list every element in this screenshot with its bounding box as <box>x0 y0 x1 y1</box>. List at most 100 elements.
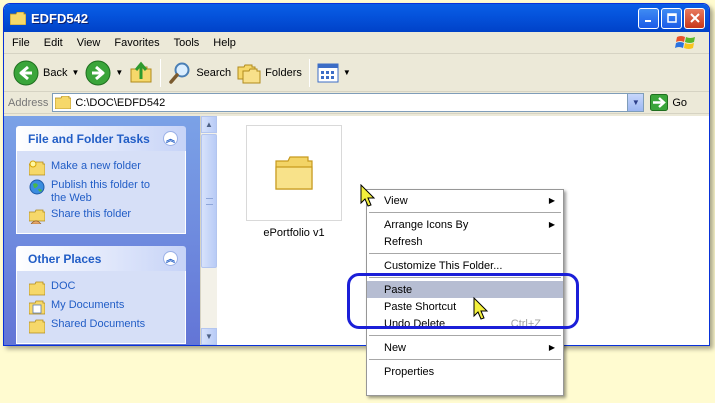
search-button[interactable]: Search <box>165 57 234 89</box>
views-dropdown-icon[interactable]: ▼ <box>343 68 351 77</box>
folders-label: Folders <box>265 66 302 79</box>
task-publish-folder[interactable]: Publish this folder to the Web <box>29 179 185 205</box>
task-label: Make a new folder <box>51 160 141 172</box>
windows-logo-icon <box>675 36 695 49</box>
menu-favorites[interactable]: Favorites <box>106 37 165 49</box>
collapse-chevron-icon[interactable]: ︽ <box>163 131 178 146</box>
window-title: EDFD542 <box>31 10 89 26</box>
forward-button[interactable]: ▼ <box>82 57 126 89</box>
menu-item-label: Properties <box>384 365 435 378</box>
scroll-up-arrow-icon[interactable]: ▲ <box>201 116 217 133</box>
go-arrow-icon <box>650 94 669 111</box>
mouse-pointer-icon <box>473 297 489 320</box>
toolbar-separator <box>308 58 310 87</box>
new-folder-icon <box>29 160 45 176</box>
panel-title: File and Folder Tasks <box>28 131 150 146</box>
task-share-folder[interactable]: Share this folder <box>29 208 185 224</box>
menu-separator <box>369 359 561 360</box>
mouse-pointer-icon <box>360 184 376 207</box>
file-thumbnail <box>246 125 342 221</box>
submenu-arrow-icon: ▶ <box>548 220 555 229</box>
menu-item-label: Arrange Icons By <box>384 218 469 231</box>
back-dropdown-icon[interactable]: ▼ <box>71 68 79 77</box>
up-folder-icon <box>130 61 152 82</box>
folders-button[interactable]: Folders <box>234 57 305 89</box>
menu-item-new[interactable]: New ▶ <box>367 339 563 356</box>
menu-item-label: Refresh <box>384 235 423 248</box>
task-make-new-folder[interactable]: Make a new folder <box>29 160 185 176</box>
scroll-grip <box>206 198 213 205</box>
search-icon <box>169 62 190 84</box>
scroll-thumb[interactable] <box>201 134 217 268</box>
go-label: Go <box>672 96 688 109</box>
back-button[interactable]: Back ▼ <box>10 57 82 89</box>
address-dropdown-icon[interactable]: ▼ <box>627 94 644 111</box>
scroll-down-arrow-icon[interactable]: ▼ <box>201 328 217 345</box>
close-button[interactable] <box>684 7 705 29</box>
back-arrow-icon <box>13 60 39 85</box>
collapse-chevron-icon[interactable]: ︽ <box>163 251 178 266</box>
place-label: Shared Documents <box>51 318 146 330</box>
task-label: Share this folder <box>51 208 132 220</box>
folder-icon <box>29 319 45 334</box>
up-folder-button[interactable] <box>126 57 156 89</box>
maximize-icon <box>666 13 677 23</box>
menu-help[interactable]: Help <box>205 37 242 49</box>
menu-item-arrange-icons[interactable]: Arrange Icons By ▶ <box>367 216 563 233</box>
file-item-eportfolio[interactable]: ePortfolio v1 <box>246 125 342 239</box>
menu-item-view[interactable]: View ▶ <box>367 192 563 209</box>
place-my-documents[interactable]: My Documents <box>29 299 185 315</box>
menu-item-customize-folder[interactable]: Customize This Folder... <box>367 257 563 274</box>
menu-file[interactable]: File <box>4 37 36 49</box>
views-button[interactable]: ▼ <box>314 57 354 89</box>
maximize-button[interactable] <box>661 7 682 29</box>
panel-header[interactable]: File and Folder Tasks ︽ <box>16 126 186 151</box>
globe-icon <box>29 179 45 195</box>
folder-icon <box>29 281 45 296</box>
minimize-icon <box>645 19 651 22</box>
vertical-scrollbar[interactable]: ▲ ▼ <box>200 116 217 345</box>
address-path: C:\DOC\EDFD542 <box>75 96 166 109</box>
panel-body: DOC My Documents Shared Documents <box>16 271 186 344</box>
title-bar[interactable]: EDFD542 <box>4 4 709 32</box>
task-pane: File and Folder Tasks ︽ Make a new folde… <box>4 116 200 345</box>
go-button[interactable]: Go <box>650 94 687 111</box>
minimize-button[interactable] <box>638 7 659 29</box>
address-input[interactable]: C:\DOC\EDFD542 ▼ <box>52 93 645 112</box>
menu-separator <box>369 212 561 213</box>
menu-item-label: Customize This Folder... <box>384 259 503 272</box>
other-places-panel: Other Places ︽ DOC My Documents Shared D… <box>16 246 186 344</box>
toolbar: Back ▼ ▼ Search Folders ▼ <box>4 54 709 92</box>
highlight-callout <box>347 273 579 329</box>
menu-separator <box>369 335 561 336</box>
menu-view[interactable]: View <box>69 37 107 49</box>
address-label: Address <box>8 96 49 109</box>
menu-tools[interactable]: Tools <box>166 37 206 49</box>
submenu-arrow-icon: ▶ <box>548 343 555 352</box>
file-folder-tasks-panel: File and Folder Tasks ︽ Make a new folde… <box>16 126 186 234</box>
address-bar: Address C:\DOC\EDFD542 ▼ Go <box>4 92 709 114</box>
panel-title: Other Places <box>28 251 102 266</box>
menu-item-label: View <box>384 194 408 207</box>
menu-bar: File Edit View Favorites Tools Help <box>4 32 709 54</box>
back-label: Back <box>43 66 68 79</box>
close-icon <box>689 13 700 23</box>
toolbar-separator <box>160 58 162 87</box>
folder-icon <box>10 11 26 25</box>
menu-edit[interactable]: Edit <box>36 37 69 49</box>
documents-icon <box>29 300 45 315</box>
panel-body: Make a new folder Publish this folder to… <box>16 151 186 234</box>
menu-separator <box>369 253 561 254</box>
task-label: Publish this folder to the Web <box>51 179 151 204</box>
panel-header[interactable]: Other Places ︽ <box>16 246 186 271</box>
place-doc[interactable]: DOC <box>29 280 185 296</box>
menu-item-label: New <box>384 341 407 354</box>
place-shared-documents[interactable]: Shared Documents <box>29 318 185 334</box>
place-label: My Documents <box>51 299 125 311</box>
folder-icon <box>55 96 72 109</box>
forward-dropdown-icon[interactable]: ▼ <box>115 68 123 77</box>
folder-icon <box>275 156 313 190</box>
menu-item-refresh[interactable]: Refresh <box>367 233 563 250</box>
menu-item-properties[interactable]: Properties <box>367 363 563 380</box>
folders-icon <box>237 64 261 83</box>
